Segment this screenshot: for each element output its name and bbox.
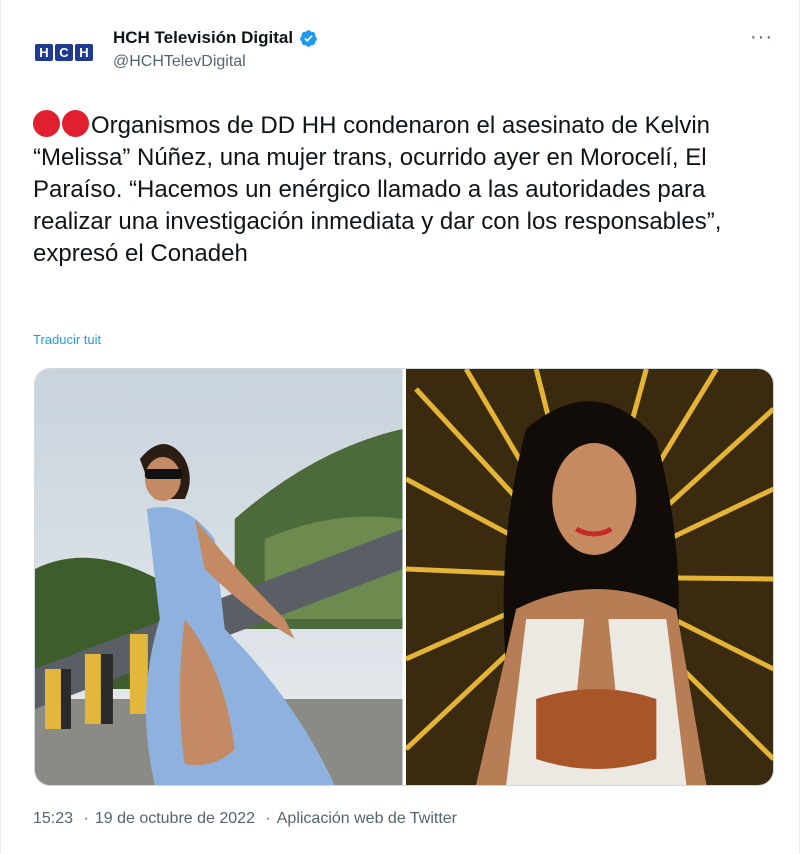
author-names: HCH Televisión Digital @HCHTelevDigital <box>113 28 318 71</box>
translate-link[interactable]: Traducir tuit <box>33 332 101 347</box>
display-name-row[interactable]: HCH Televisión Digital <box>113 28 318 48</box>
photo-right[interactable] <box>405 369 773 785</box>
avatar[interactable]: H C H <box>33 32 95 72</box>
tweet-header: H C H HCH Televisión Digital @HCHTelevDi… <box>33 22 773 82</box>
hch-logo: H C H <box>35 43 93 61</box>
display-name[interactable]: HCH Televisión Digital <box>113 28 293 48</box>
handle[interactable]: @HCHTelevDigital <box>113 53 318 71</box>
photo-golden-portrait <box>405 369 773 785</box>
media-grid <box>34 368 774 786</box>
meta-separator: · <box>265 810 271 827</box>
photo-left[interactable] <box>35 369 403 785</box>
tweet-text: Organismos de DD HH condenaron el asesin… <box>33 112 722 267</box>
logo-letter: C <box>55 43 73 61</box>
tweet-card: H C H HCH Televisión Digital @HCHTelevDi… <box>0 0 800 854</box>
tweet-body: Organismos de DD HH condenaron el asesin… <box>33 110 763 270</box>
logo-letter: H <box>75 43 93 61</box>
verified-badge-icon <box>300 29 317 47</box>
tweet-time[interactable]: 15:23 <box>33 810 73 827</box>
logo-letter: H <box>35 43 53 61</box>
tweet-source[interactable]: Aplicación web de Twitter <box>277 810 457 827</box>
meta-separator: · <box>83 810 89 827</box>
tweet-date[interactable]: 19 de octubre de 2022 <box>95 810 255 827</box>
photo-bridge-woman <box>35 369 403 785</box>
tweet-meta: 15:23 · 19 de octubre de 2022 · Aplicación… <box>33 810 457 828</box>
more-options-icon[interactable]: ··· <box>750 26 773 49</box>
red-circle-emoji-icon <box>62 110 89 137</box>
red-circle-emoji-icon <box>33 110 60 137</box>
